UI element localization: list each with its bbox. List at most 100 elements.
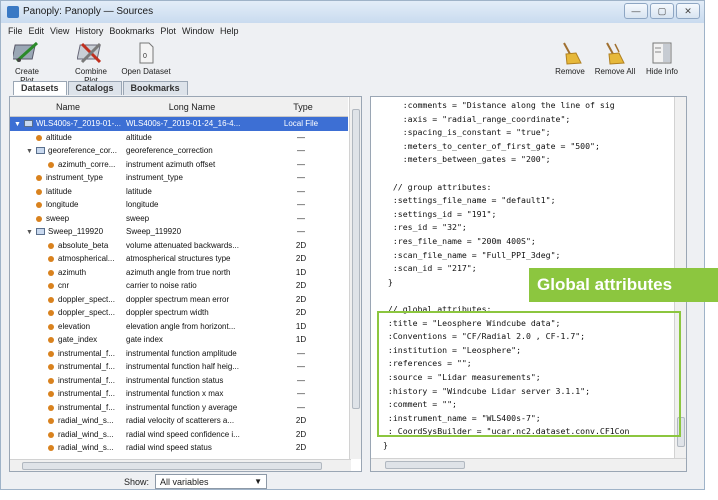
tab-bookmarks[interactable]: Bookmarks [122,81,188,95]
cell-long-name: instrumental function status [126,375,224,385]
table-row[interactable]: cnr carrier to noise ratio 2D [10,279,348,293]
tab-datasets[interactable]: Datasets [13,81,67,95]
cell-name: ▼ Sweep_119920 [10,227,122,236]
table-row[interactable]: instrumental_f... instrumental function a… [10,347,348,361]
expand-toggle-icon[interactable]: ▼ [14,121,24,128]
tab-catalogs[interactable]: Catalogs [67,81,122,95]
table-row[interactable]: doppler_spect... doppler spectrum width 2D [10,306,348,320]
cell-name-text: azimuth_corre... [58,159,116,169]
cell-type: — [297,389,305,398]
cell-name: longitude [10,200,122,209]
cell-long-name: WLS400s-7_2019-01-24_16-4... [126,119,241,128]
column-header-type[interactable]: Type [258,102,348,112]
cell-name-text: cnr [58,281,70,290]
cell-long-name: elevation angle from horizont... [126,321,236,331]
table-row[interactable]: instrumental_f... instrumental function h… [10,360,348,374]
metadata-line: :meters_between_gates = "200"; [383,154,551,165]
svg-text:0: 0 [143,53,147,60]
table-row[interactable]: elevation elevation angle from horizont..… [10,320,348,334]
table-row[interactable]: instrumental_f... instrumental function x… [10,387,348,401]
table-horizontal-scrollbar[interactable] [10,459,351,471]
cell-name-text: longitude [46,200,79,209]
table-row[interactable]: latitude latitude — [10,185,348,199]
variable-icon [48,256,54,262]
combine-plot-icon [76,41,105,65]
cell-name: cnr [10,281,122,290]
menu-edit[interactable]: Edit [26,24,48,36]
create-plot-button[interactable]: Create Plot [7,41,47,85]
table-row[interactable]: ▼ georeference_cor... georeference_correct… [10,144,348,158]
table-row[interactable]: longitude longitude — [10,198,348,212]
table-row[interactable]: sweep sweep — [10,212,348,226]
scroll-thumb[interactable] [22,462,322,470]
cell-type: 2D [295,416,307,425]
table-row[interactable]: instrument_type instrument_type — [10,171,348,185]
minimize-button[interactable]: — [624,3,648,19]
menu-window[interactable]: Window [179,24,217,36]
maximize-button[interactable]: ▢ [650,3,674,19]
table-row[interactable]: absolute_beta volume attenuated backwards… [10,239,348,253]
cell-long-name: sweep [126,213,150,223]
table-row[interactable]: radial_wind_s... radial wind speed status… [10,441,348,455]
table-row[interactable]: radial_wind_s... radial velocity of scatt… [10,414,348,428]
menu-view[interactable]: View [47,24,72,36]
cell-name: absolute_beta [10,241,122,250]
remove-button[interactable]: Remove [553,41,587,76]
variable-icon [48,431,54,438]
table-body: ▼ WLS400s-7_2019-01-... WLS400s-7_2019-01-… [10,117,348,455]
variable-icon [48,418,54,424]
remove-all-button[interactable]: Remove All [593,41,637,76]
table-row[interactable]: atmospherical... atmospherical structures… [10,252,348,266]
cell-type: 1D [295,335,307,344]
menu-history[interactable]: History [72,24,106,36]
cell-name-text: instrumental_f... [58,389,115,398]
cell-type: 2D [295,281,307,290]
table-row[interactable]: ▼ WLS400s-7_2019-01-... WLS400s-7_2019-01-… [10,117,348,131]
column-header-name[interactable]: Name [10,102,126,112]
cell-long-name: radial wind speed confidence i... [126,429,240,439]
title-bar: Panoply: Panoply — Sources — ▢ ✕ [1,1,704,23]
table-row[interactable]: azimuth azimuth angle from true north 1D [10,266,348,280]
scroll-thumb[interactable] [352,109,360,409]
toolbar: Create Plot Combine Plot 0 Open Dataset … [1,41,704,85]
cell-long-name: instrument azimuth offset [126,159,216,169]
expand-toggle-icon[interactable]: ▼ [26,148,36,155]
open-dataset-button[interactable]: 0 Open Dataset [121,41,171,76]
column-header-long-name[interactable]: Long Name [126,102,258,112]
menu-help[interactable]: Help [217,24,242,36]
cell-long-name: atmospherical structures type [126,254,231,263]
scroll-thumb[interactable] [385,461,465,469]
menu-file[interactable]: File [1,24,26,36]
metadata-line: :settings_file_name = "default1"; [383,195,556,206]
table-row[interactable]: instrumental_f... instrumental function y… [10,401,348,415]
open-dataset-icon: 0 [132,41,160,65]
hide-info-button[interactable]: Hide Info [643,41,681,76]
cell-type: — [297,402,305,412]
expand-toggle-icon[interactable]: ▼ [26,229,36,236]
menu-bookmarks[interactable]: Bookmarks [106,24,157,36]
table-row[interactable]: doppler_spect... doppler spectrum mean er… [10,293,348,307]
cell-name: instrumental_f... [10,389,122,398]
dataset-file-icon [24,120,33,127]
table-row[interactable]: instrumental_f... instrumental function s… [10,374,348,388]
cell-name-text: sweep [46,213,70,223]
show-variables-select[interactable]: All variables ▼ [155,474,267,489]
cell-type: — [297,200,305,209]
combine-plot-button[interactable]: Combine Plot [67,41,115,85]
table-row[interactable]: ▼ Sweep_119920 Sweep_119920 — [10,225,348,239]
variable-icon [48,310,54,316]
table-row[interactable]: radial_wind_s... radial wind speed confid… [10,428,348,442]
table-row[interactable]: azimuth_corre... instrument azimuth offse… [10,158,348,172]
window-title: Panoply: Panoply — Sources [23,6,154,17]
close-button[interactable]: ✕ [676,3,700,19]
cell-type: 2D [295,254,307,263]
variable-icon [48,391,54,397]
cell-long-name: longitude [126,200,159,209]
info-horizontal-scrollbar[interactable] [371,458,686,471]
table-vertical-scrollbar[interactable] [349,97,361,459]
hide-info-label: Hide Info [645,67,679,76]
table-row[interactable]: altitude altitude — [10,131,348,145]
table-row[interactable]: gate_index gate index 1D [10,333,348,347]
menu-plot[interactable]: Plot [157,24,179,36]
cell-type: — [297,213,305,223]
